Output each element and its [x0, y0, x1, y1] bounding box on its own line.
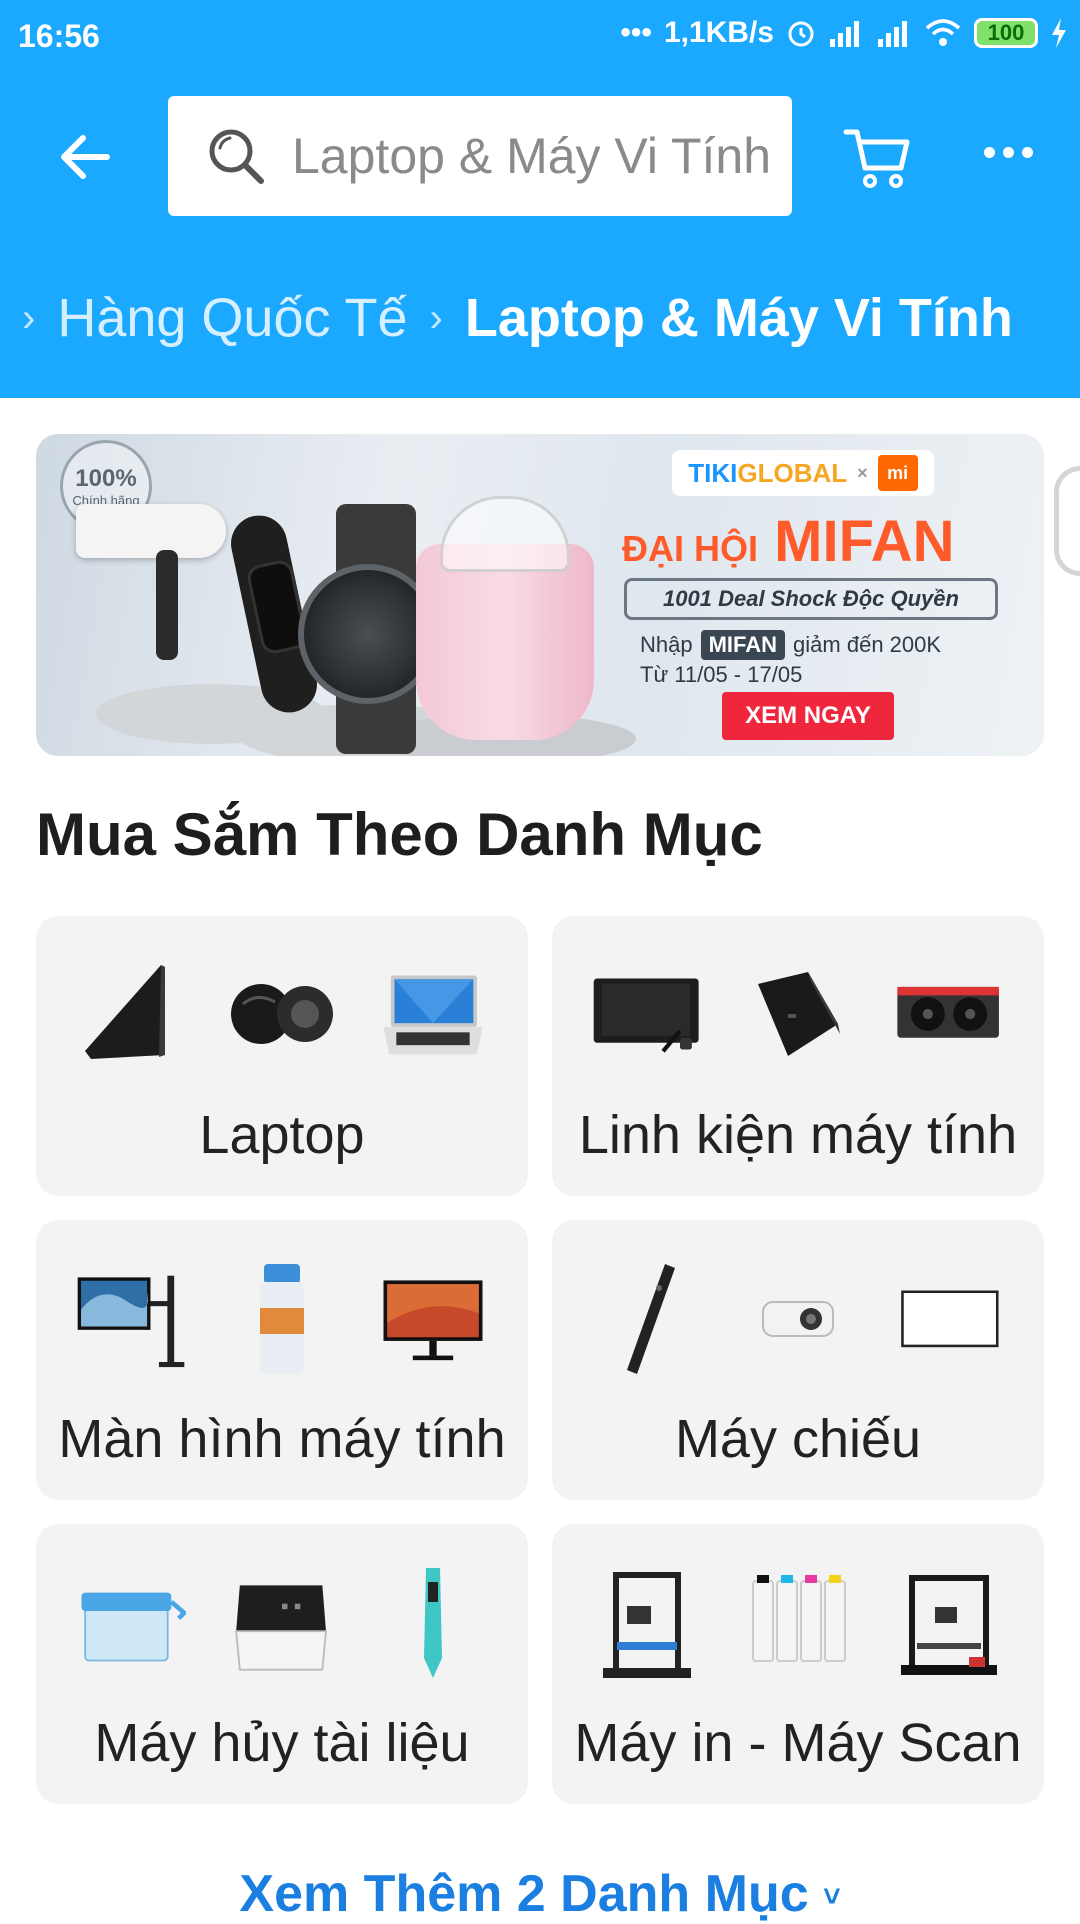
banner-title-main: MIFAN [774, 509, 955, 574]
badge-percent: 100% [75, 464, 137, 492]
status-time: 16:56 [18, 18, 100, 54]
deal-box: 1001 Deal Shock Độc Quyền [624, 578, 998, 620]
category-thumbnails [552, 1560, 1044, 1684]
dots-icon: ••• [620, 16, 652, 49]
logo-tiki: TIKI [688, 457, 738, 488]
promo-code: MIFAN [700, 630, 786, 660]
search-icon [209, 129, 264, 184]
battery-icon: 100 [974, 18, 1038, 48]
promo-dates: Từ 11/05 - 17/05 [640, 662, 803, 687]
black-shredder-image [227, 1567, 337, 1677]
status-icons: ••• 1,1KB/s 100 [620, 16, 1068, 50]
chevron-right-icon: › [429, 295, 443, 340]
category-thumbnails [36, 952, 528, 1076]
3d-pen-image [378, 1567, 488, 1678]
promo-banner[interactable]: 100% Chính hãng TIKIGLOBAL × mi ĐẠI HỘI … [36, 434, 1044, 756]
3d-printer-2-image [894, 1567, 1004, 1677]
category-label: Máy hủy tài liệu [94, 1713, 470, 1773]
see-more-label: Xem Thêm 2 Danh Mục [239, 1865, 809, 1923]
banner-cta-button[interactable]: XEM NGAY [722, 692, 894, 740]
promo-suffix: giảm đến 200K [793, 632, 942, 657]
chevron-down-icon: ˅ [823, 1880, 841, 1914]
banner-title-prefix: ĐẠI HỘI [622, 528, 759, 569]
category-thumbnails [552, 1256, 1044, 1380]
more-dot [983, 146, 995, 158]
category-label: Máy chiếu [674, 1409, 922, 1469]
mi-logo: mi [877, 455, 918, 491]
breadcrumb: › Hàng Quốc Tế › Laptop & Máy Vi Tính [0, 268, 1080, 368]
alarm-icon [788, 21, 814, 47]
status-bar: 16:56 ••• 1,1KB/s 100 [0, 0, 1080, 72]
net-speed: 1,1KB/s [663, 16, 774, 49]
category-label: Laptop [199, 1105, 365, 1165]
category-thumbnails [36, 1560, 528, 1684]
back-button[interactable] [50, 122, 120, 192]
breadcrumb-item-current: Laptop & Máy Vi Tính [464, 288, 1013, 348]
drawing-tablet-image [592, 959, 702, 1069]
next-banner-peek[interactable] [1054, 466, 1080, 576]
hair-dryer-handle [156, 550, 178, 660]
category-label: Màn hình máy tính [58, 1409, 506, 1469]
category-card-laptop[interactable]: Laptop [36, 916, 528, 1196]
more-options-button[interactable] [978, 132, 1038, 172]
logo-x: × [857, 462, 868, 483]
paper-shredder-image [76, 1567, 187, 1677]
promo-prefix: Nhập [640, 632, 693, 657]
presenter-image [592, 1263, 702, 1374]
tiki-global-logo: TIKIGLOBAL × mi [672, 450, 934, 496]
wifi-icon [925, 19, 961, 46]
ice-cream-maker-image [416, 544, 594, 740]
category-card-linh-kien[interactable]: Linh kiện máy tính [552, 916, 1044, 1196]
promo-line: Nhập MIFAN giảm đến 200K [640, 630, 941, 660]
mouse-image [227, 959, 337, 1069]
charging-icon [1052, 18, 1066, 48]
category-thumbnails [552, 952, 1044, 1076]
monitor-arm-image [76, 1263, 186, 1373]
category-thumbnails [36, 1256, 528, 1380]
projector-image [743, 1263, 853, 1373]
cart-icon [843, 129, 910, 188]
category-grid: Laptop Linh kiện máy tính Màn hình máy t… [36, 916, 1044, 1804]
see-more-categories-link[interactable]: Xem Thêm 2 Danh Mục ˅ [0, 1864, 1080, 1924]
top-header: Laptop & Máy Vi Tính › Hàng Quốc Tế › La… [0, 72, 1080, 398]
category-card-may-huy[interactable]: Máy hủy tài liệu [36, 1524, 528, 1804]
laptop-stand-image [76, 959, 186, 1069]
back-arrow-icon [61, 135, 110, 179]
search-placeholder: Laptop & Máy Vi Tính [292, 128, 772, 184]
screen-cleaner-image [227, 1263, 337, 1374]
signal-icon [830, 21, 859, 47]
search-input[interactable]: Laptop & Máy Vi Tính [168, 96, 792, 216]
category-card-may-in[interactable]: Máy in - Máy Scan [552, 1524, 1044, 1804]
ice-cream-maker-lid [440, 496, 570, 572]
3d-printer-image [592, 1567, 702, 1678]
banner-title: ĐẠI HỘI MIFAN [622, 508, 955, 575]
category-card-man-hinh[interactable]: Màn hình máy tính [36, 1220, 528, 1500]
more-dot [1002, 146, 1014, 158]
signal-icon-2 [878, 21, 907, 47]
ink-system-image [743, 1567, 853, 1677]
section-title: Mua Sắm Theo Danh Mục [36, 801, 763, 868]
more-dot [1021, 146, 1033, 158]
chevron-right-icon: › [22, 295, 36, 340]
category-label: Máy in - Máy Scan [574, 1713, 1022, 1773]
cart-button[interactable] [840, 120, 916, 196]
hair-dryer-image [76, 504, 226, 558]
monitor-image [378, 1263, 488, 1373]
category-label: Linh kiện máy tính [578, 1105, 1018, 1165]
laptop-image [378, 959, 488, 1069]
graphics-card-image [894, 959, 1004, 1069]
breadcrumb-item-hang-quoc-te[interactable]: Hàng Quốc Tế [57, 287, 407, 349]
category-card-may-chieu[interactable]: Máy chiếu [552, 1220, 1044, 1500]
logo-global: GLOBAL [737, 457, 848, 488]
projector-screen-image [894, 1263, 1004, 1373]
usb-hub-image [743, 959, 853, 1069]
